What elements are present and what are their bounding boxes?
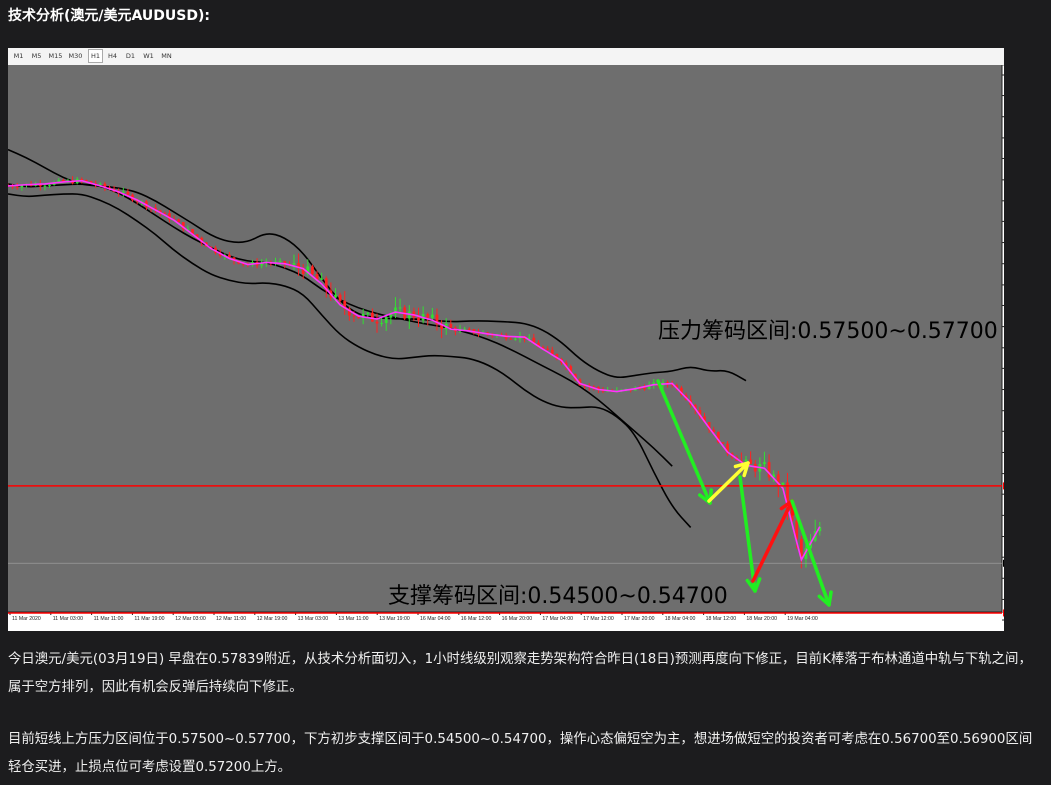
candle-body xyxy=(228,254,231,258)
candle-body xyxy=(311,266,314,275)
candle-body xyxy=(449,323,453,328)
candle-body xyxy=(338,294,342,301)
time-tick-label: 17 Mar 12:00 xyxy=(583,616,614,622)
timeframe-m1-button[interactable]: M1 xyxy=(12,50,25,62)
candle-body xyxy=(320,278,324,280)
time-tick-label: 16 Mar 12:00 xyxy=(461,616,492,622)
time-tick-label: 12 Mar 03:00 xyxy=(175,616,206,622)
time-tick-label: 13 Mar 19:00 xyxy=(379,616,410,622)
candle-body xyxy=(546,348,550,350)
time-tick-label: 11 Mar 19:00 xyxy=(134,616,164,622)
time-tick-label: 17 Mar 04:00 xyxy=(542,616,573,622)
time-tick-label: 13 Mar 03:00 xyxy=(298,616,329,622)
candle-body xyxy=(48,184,51,186)
time-tick-label: 12 Mar 19:00 xyxy=(257,616,288,622)
time-tick-label: 11 Mar 2020 xyxy=(12,616,41,622)
candle-body xyxy=(384,317,388,323)
candle-body xyxy=(278,261,282,263)
candle-body xyxy=(15,186,19,188)
candle-body xyxy=(370,312,374,322)
page-title: 技术分析(澳元/美元AUDUSD): xyxy=(8,8,210,24)
candle-body xyxy=(334,294,337,298)
candle-body xyxy=(763,462,766,465)
candle-body xyxy=(744,459,748,462)
timeframe-m15-button[interactable]: M15 xyxy=(48,50,63,62)
candle-body xyxy=(417,317,420,321)
candle-body xyxy=(352,315,356,317)
time-tick-label: 18 Mar 12:00 xyxy=(706,616,737,622)
candle-body xyxy=(163,212,167,214)
resistance-zone-annotation: 压力筹码区间:0.57500~0.57700 xyxy=(658,319,998,344)
candle-body xyxy=(430,314,434,318)
timeframe-m5-button[interactable]: M5 xyxy=(30,50,43,62)
candle-body xyxy=(380,322,384,324)
time-tick-label: 11 Mar 11:00 xyxy=(94,616,124,622)
time-tick-label: 16 Mar 20:00 xyxy=(502,616,533,622)
time-tick-label: 12 Mar 11:00 xyxy=(216,616,246,622)
chart-window[interactable]: M1 M5 M15 M30 H1H4 D1 W1 MN 0.678000.672900.667… xyxy=(8,48,1004,631)
candle-body xyxy=(126,191,130,195)
time-tick-label: 11 Mar 03:00 xyxy=(53,616,83,622)
time-tick-label: 18 Mar 20:00 xyxy=(746,616,777,622)
time-tick-label: 18 Mar 04:00 xyxy=(665,616,696,622)
support-zone-annotation: 支撑筹码区间:0.54500~0.54700 xyxy=(388,584,728,609)
candle-body xyxy=(721,442,725,444)
candle-body xyxy=(643,387,646,390)
candle-body xyxy=(366,312,370,314)
candle-body xyxy=(463,328,467,330)
candle-body xyxy=(292,263,296,265)
time-tick-label: 17 Mar 20:00 xyxy=(624,616,655,622)
analysis-paragraph-1: 今日澳元/美元(03月19日) 早盘在0.57839附近，从技术分析面切入，1小… xyxy=(8,652,1032,695)
candle-body xyxy=(398,307,402,309)
page: 技术分析(澳元/美元AUDUSD): M1 M5 M15 M30 H1 H4 D1 W1 MN … xyxy=(0,0,1051,785)
time-tick-label: 16 Mar 04:00 xyxy=(420,616,451,622)
candle-body xyxy=(426,314,430,318)
price-chart[interactable]: 0.678000.672900.667650.662400.657300.652… xyxy=(8,65,1004,631)
analysis-paragraph-2: 目前短线上方压力区间位于0.57500~0.57700，下方初步支撑区间于0.5… xyxy=(8,732,1033,775)
candle-body xyxy=(509,338,513,340)
candle-body xyxy=(513,338,517,340)
timeframe-mn-button[interactable]: MN xyxy=(160,50,173,62)
time-tick-label: 13 Mar 11:00 xyxy=(338,616,368,622)
timeframe-h1-button[interactable]: H1 xyxy=(88,49,103,63)
candle-body xyxy=(43,185,47,187)
time-tick-label: 19 Mar 04:00 xyxy=(787,616,818,622)
timeframe-w1-button[interactable]: W1 xyxy=(142,50,155,62)
candle-body xyxy=(177,219,181,223)
timeframe-toolbar: M1 M5 M15 M30 H1 H4 D1 W1 MN xyxy=(8,48,1004,66)
timeframe-m30-button[interactable]: M30 xyxy=(68,50,83,62)
timeframe-d1-button[interactable]: D1 xyxy=(124,50,137,62)
timeframe-h4-button[interactable]: H4 xyxy=(106,50,119,62)
candle-body xyxy=(467,328,471,330)
candle-body xyxy=(375,321,379,324)
